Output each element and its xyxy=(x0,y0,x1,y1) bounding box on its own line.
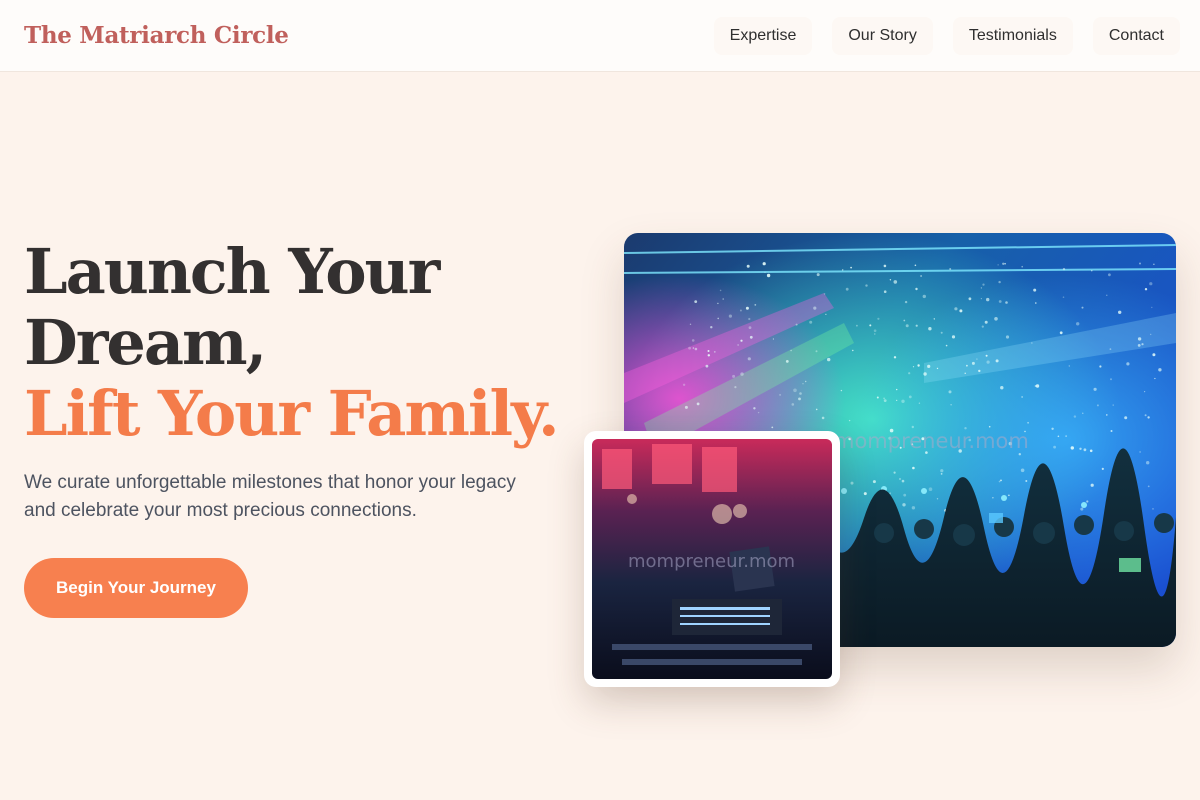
headline-accent: Lift Your Family. xyxy=(24,377,560,450)
main-nav: Expertise Our Story Testimonials Contact xyxy=(713,16,1180,55)
hero-section: Launch Your Dream, Lift Your Family. We … xyxy=(24,236,604,618)
nav-link-our-story[interactable]: Our Story xyxy=(832,16,933,55)
nav-link-testimonials[interactable]: Testimonials xyxy=(952,16,1073,55)
brand-logo[interactable]: The Matriarch Circle xyxy=(24,22,289,49)
watermark-main: mompreneur.mom xyxy=(834,429,1029,453)
hero-headline: Launch Your Dream, Lift Your Family. xyxy=(24,236,604,449)
begin-journey-button[interactable]: Begin Your Journey xyxy=(24,558,248,618)
headline-line-1: Launch Your xyxy=(24,235,440,308)
hero-subtitle: We curate unforgettable milestones that … xyxy=(24,472,516,521)
site-header: The Matriarch Circle Expertise Our Story… xyxy=(0,0,1200,72)
nav-link-expertise[interactable]: Expertise xyxy=(713,16,813,55)
headline-line-2: Dream, xyxy=(24,306,267,379)
watermark-secondary: mompreneur.mom xyxy=(628,551,796,572)
hero-image-mixer: mompreneur.mom xyxy=(584,431,840,687)
nav-link-contact[interactable]: Contact xyxy=(1092,16,1180,55)
